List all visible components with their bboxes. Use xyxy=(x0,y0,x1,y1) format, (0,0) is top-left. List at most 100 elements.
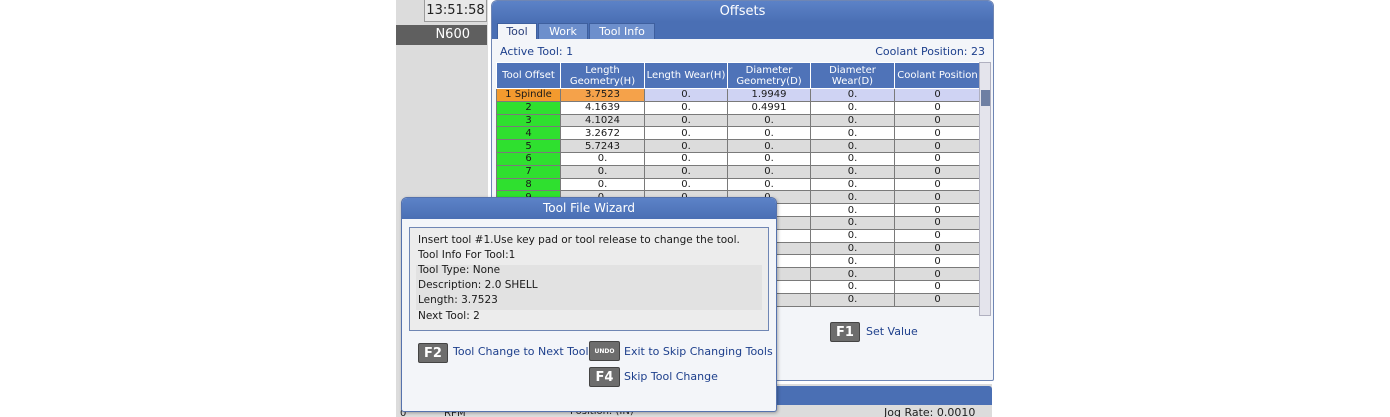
offset-value-cell[interactable]: 0 xyxy=(894,88,981,102)
offset-value-cell[interactable]: 0 xyxy=(894,190,981,205)
tool-number-cell[interactable]: 6 xyxy=(496,151,561,166)
offset-value-cell[interactable]: 0. xyxy=(644,100,728,115)
wizard-title: Tool File Wizard xyxy=(402,198,776,219)
offset-value-cell[interactable]: 0 xyxy=(894,113,981,128)
offset-value-cell[interactable]: 0. xyxy=(810,254,895,269)
offset-value-cell[interactable]: 0. xyxy=(810,113,895,128)
tool-number-cell[interactable]: 2 xyxy=(496,100,561,115)
offset-value-cell[interactable]: 0. xyxy=(810,100,895,115)
offset-value-cell[interactable]: 0. xyxy=(644,113,728,128)
tool-number-cell[interactable]: 8 xyxy=(496,177,561,192)
offsets-tabs: Tool Work Tool Info xyxy=(492,22,993,39)
offset-value-cell[interactable]: 0 xyxy=(894,215,981,230)
offset-value-cell[interactable]: 0 xyxy=(894,254,981,269)
program-number: N600 xyxy=(396,25,487,45)
f1-key-icon[interactable]: F1 xyxy=(830,322,860,342)
offset-value-cell[interactable]: 0. xyxy=(810,190,895,205)
skip-tool-change-label[interactable]: Skip Tool Change xyxy=(624,370,718,383)
tab-tool[interactable]: Tool xyxy=(497,23,537,39)
tool-number-cell[interactable]: 3 xyxy=(496,113,561,128)
exit-skip-label[interactable]: Exit to Skip Changing Tools xyxy=(624,345,773,358)
offset-value-cell[interactable]: 0 xyxy=(894,100,981,115)
f2-key-icon[interactable]: F2 xyxy=(418,343,448,363)
table-row[interactable]: 8 0. 0. 0. 0. 0 xyxy=(496,177,981,192)
offsets-title: Offsets xyxy=(492,1,993,22)
tab-tool-info[interactable]: Tool Info xyxy=(589,23,655,39)
tool-change-next-label[interactable]: Tool Change to Next Tool xyxy=(453,345,589,358)
table-scrollbar[interactable] xyxy=(979,62,991,316)
table-row[interactable]: 2 4.1639 0. 0.4991 0. 0 xyxy=(496,100,981,115)
offset-value-cell[interactable]: 0. xyxy=(810,88,895,102)
set-value-label: Set Value xyxy=(866,325,918,338)
offset-value-cell[interactable]: 0 xyxy=(894,267,981,281)
offset-value-cell[interactable]: 0. xyxy=(560,151,645,166)
offset-value-cell[interactable]: 3.7523 xyxy=(560,88,645,102)
offset-value-cell[interactable]: 0. xyxy=(644,164,728,179)
offset-value-cell[interactable]: 0 xyxy=(894,241,981,256)
offset-value-cell[interactable]: 0. xyxy=(810,215,895,230)
offset-value-cell[interactable]: 0 xyxy=(894,139,981,153)
offset-value-cell[interactable]: 0. xyxy=(810,267,895,281)
offset-value-cell[interactable]: 0 xyxy=(894,279,981,294)
offset-value-cell[interactable]: 0. xyxy=(560,177,645,192)
scrollbar-thumb[interactable] xyxy=(981,90,990,106)
clock-display: 13:51:58 xyxy=(424,0,487,22)
offset-value-cell[interactable]: 0. xyxy=(727,113,811,128)
table-row[interactable]: 4 3.2672 0. 0. 0. 0 xyxy=(496,126,981,141)
offset-value-cell[interactable]: 0. xyxy=(810,151,895,166)
table-row[interactable]: 6 0. 0. 0. 0. 0 xyxy=(496,151,981,166)
offset-value-cell[interactable]: 5.7243 xyxy=(560,139,645,153)
wizard-instruction: Insert tool #1.Use key pad or tool relea… xyxy=(418,234,740,246)
column-header: Diameter Geometry(D) xyxy=(727,62,811,89)
tab-work[interactable]: Work xyxy=(538,23,588,39)
offset-value-cell[interactable]: 4.1639 xyxy=(560,100,645,115)
jog-rate-label: Jog Rate: 0.0010 xyxy=(884,406,976,417)
tool-number-cell[interactable]: 1 Spindle xyxy=(496,88,561,102)
offset-value-cell[interactable]: 0. xyxy=(644,177,728,192)
offset-value-cell[interactable]: 0 xyxy=(894,177,981,192)
offset-value-cell[interactable]: 0. xyxy=(810,228,895,243)
tool-number-cell[interactable]: 5 xyxy=(496,139,561,153)
offset-value-cell[interactable]: 0. xyxy=(644,88,728,102)
offset-value-cell[interactable]: 0 xyxy=(894,164,981,179)
offset-value-cell[interactable]: 0. xyxy=(560,164,645,179)
tool-number-cell[interactable]: 4 xyxy=(496,126,561,141)
offset-value-cell[interactable]: 1.9949 xyxy=(727,88,811,102)
offset-value-cell[interactable]: 0. xyxy=(810,126,895,141)
offset-value-cell[interactable]: 0. xyxy=(810,292,895,307)
table-row[interactable]: 7 0. 0. 0. 0. 0 xyxy=(496,164,981,179)
offset-value-cell[interactable]: 0. xyxy=(727,164,811,179)
wizard-info-box: Insert tool #1.Use key pad or tool relea… xyxy=(409,227,769,331)
offset-value-cell[interactable]: 0. xyxy=(727,177,811,192)
offset-value-cell[interactable]: 0. xyxy=(810,241,895,256)
column-header: Coolant Position xyxy=(894,62,981,89)
table-row[interactable]: 1 Spindle 3.7523 0. 1.9949 0. 0 xyxy=(496,88,981,102)
offset-value-cell[interactable]: 0. xyxy=(727,139,811,153)
offset-value-cell[interactable]: 0. xyxy=(810,139,895,153)
offset-value-cell[interactable]: 0. xyxy=(644,126,728,141)
offset-value-cell[interactable]: 0. xyxy=(644,139,728,153)
undo-key-icon[interactable]: UNDO xyxy=(589,341,620,361)
offset-value-cell[interactable]: 0 xyxy=(894,228,981,243)
offset-value-cell[interactable]: 0.4991 xyxy=(727,100,811,115)
table-row[interactable]: 5 5.7243 0. 0. 0. 0 xyxy=(496,139,981,153)
tool-number-cell[interactable]: 7 xyxy=(496,164,561,179)
offset-value-cell[interactable]: 0. xyxy=(810,177,895,192)
active-tool-label: Active Tool: 1 xyxy=(500,45,574,58)
offset-value-cell[interactable]: 0. xyxy=(727,126,811,141)
offset-value-cell[interactable]: 0 xyxy=(894,292,981,307)
column-header: Length Wear(H) xyxy=(644,62,728,89)
offset-value-cell[interactable]: 0. xyxy=(810,164,895,179)
offset-value-cell[interactable]: 0. xyxy=(810,203,895,217)
offset-value-cell[interactable]: 4.1024 xyxy=(560,113,645,128)
offset-value-cell[interactable]: 0 xyxy=(894,203,981,217)
offset-value-cell[interactable]: 0. xyxy=(644,151,728,166)
offset-value-cell[interactable]: 0. xyxy=(810,279,895,294)
table-row[interactable]: 3 4.1024 0. 0. 0. 0 xyxy=(496,113,981,128)
wizard-tool-type: Tool Type: None xyxy=(418,264,501,276)
offset-value-cell[interactable]: 0 xyxy=(894,151,981,166)
offset-value-cell[interactable]: 0 xyxy=(894,126,981,141)
f4-key-icon[interactable]: F4 xyxy=(589,367,620,387)
offset-value-cell[interactable]: 0. xyxy=(727,151,811,166)
offset-value-cell[interactable]: 3.2672 xyxy=(560,126,645,141)
